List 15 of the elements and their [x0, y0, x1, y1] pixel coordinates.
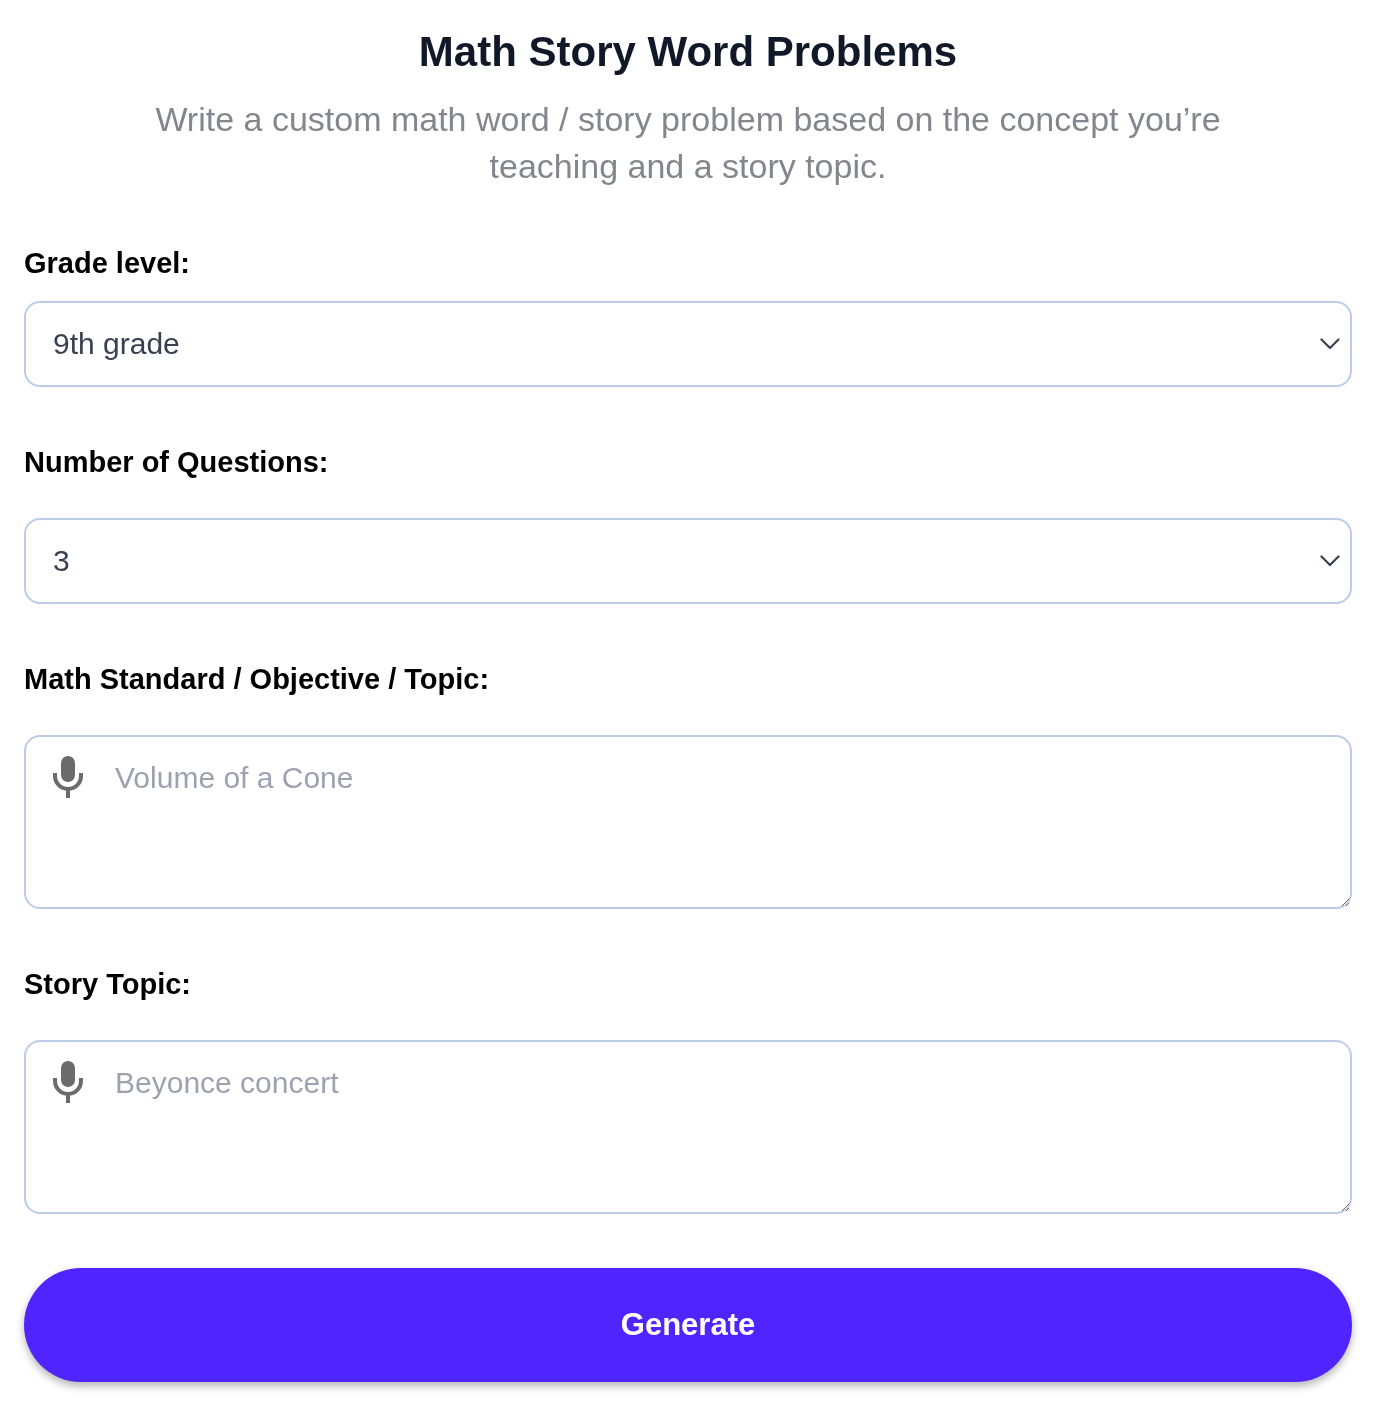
dropdown-field[interactable]: 3	[24, 518, 1352, 604]
text-area-field[interactable]: Beyonce concert	[24, 1040, 1352, 1214]
chevron-down-icon	[1320, 338, 1340, 350]
text-area-field[interactable]: Volume of a Cone	[24, 735, 1352, 909]
microphone-icon[interactable]	[52, 1061, 84, 1103]
field-label: Math Standard / Objective / Topic:	[24, 662, 490, 697]
field-label: Number of Questions:	[24, 445, 329, 480]
chevron-down-icon	[1320, 555, 1340, 567]
page-title: Math Story Word Problems	[417, 27, 959, 77]
generate-button[interactable]: Generate	[24, 1268, 1352, 1382]
field-label: Story Topic:	[24, 967, 192, 1002]
dropdown-field[interactable]: 9th grade	[24, 301, 1352, 387]
page-subtitle: Write a custom math word / story problem based on the concept you’re teaching and a story topic.	[154, 99, 1222, 187]
microphone-icon[interactable]	[52, 756, 84, 798]
field-label: Grade level:	[24, 246, 191, 281]
